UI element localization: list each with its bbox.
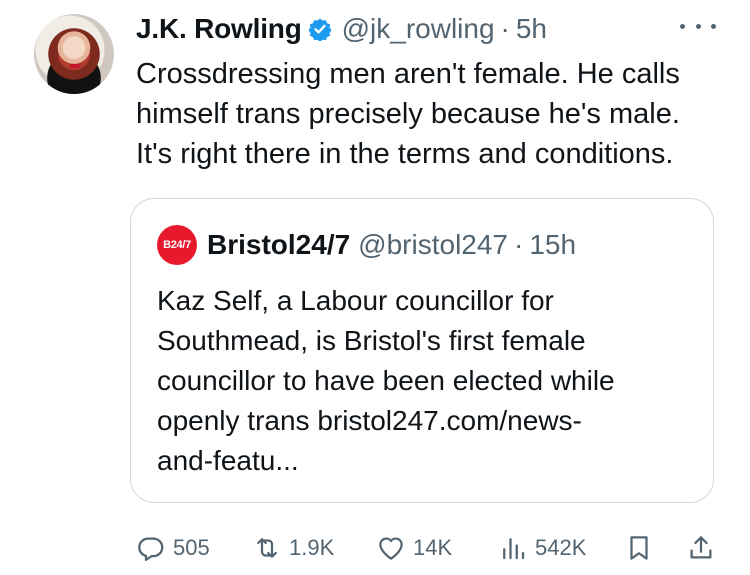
- bookmark-button[interactable]: [624, 530, 654, 566]
- separator: ·: [500, 13, 510, 44]
- view-count: 542K: [535, 535, 587, 560]
- tweet-text-line: It's right there in the terms and condit…: [136, 138, 674, 170]
- quoted-text-line: and-featu...: [157, 445, 299, 476]
- views-button[interactable]: 542K: [498, 530, 586, 566]
- repost-icon: [257, 538, 277, 558]
- separator: ·: [514, 229, 524, 260]
- quoted-tweet-text: Kaz Self, a Labour councillor for Southm…: [157, 281, 687, 481]
- action-bar: 505 1.9K 14K 542K: [136, 530, 726, 566]
- tweet-text-line: Crossdressing men aren't female. He call…: [136, 58, 680, 90]
- verified-badge-icon: [308, 18, 332, 41]
- quoted-text-line: openly trans bristol247.com/news-: [157, 405, 582, 436]
- quoted-tweet-header: B24/7 Bristol24/7 @bristol247 · 15h: [157, 225, 576, 265]
- repost-button[interactable]: 1.9K: [252, 530, 334, 566]
- author-avatar[interactable]: [34, 14, 114, 94]
- more-options-icon[interactable]: [680, 14, 716, 38]
- quoted-author-name: Bristol24/7: [207, 229, 351, 260]
- author-handle[interactable]: @jk_rowling: [342, 13, 495, 45]
- tweet-text-line: himself trans precisely because he's mal…: [136, 98, 680, 130]
- like-button[interactable]: 14K: [376, 530, 452, 566]
- like-count: 14K: [413, 535, 453, 560]
- reply-button[interactable]: 505: [136, 530, 210, 566]
- quoted-tweet-card[interactable]: B24/7 Bristol24/7 @bristol247 · 15h Kaz …: [130, 198, 714, 503]
- share-icon: [690, 536, 712, 559]
- quoted-text-line: councillor to have been elected while: [157, 365, 615, 396]
- quoted-text-line: Kaz Self, a Labour councillor for: [157, 285, 554, 316]
- author-name[interactable]: J.K. Rowling: [136, 13, 302, 45]
- avatar-detail: [70, 64, 80, 68]
- bristol247-logo: B24/7: [157, 225, 197, 265]
- tweet-text: Crossdressing men aren't female. He call…: [136, 54, 726, 174]
- quoted-text-line: Southmead, is Bristol's first female: [157, 325, 586, 356]
- quoted-author-handle: @bristol247: [358, 229, 509, 260]
- tweet-header: J.K. Rowling @jk_rowling · 5h: [136, 12, 547, 46]
- repost-count: 1.9K: [289, 535, 335, 560]
- bookmark-icon: [630, 536, 648, 560]
- tweet-timestamp[interactable]: 5h: [516, 13, 547, 45]
- reply-icon: [138, 537, 164, 561]
- reply-count: 505: [173, 535, 210, 560]
- share-button[interactable]: [686, 530, 716, 566]
- quoted-timestamp: 15h: [529, 229, 577, 260]
- heart-icon: [379, 537, 403, 560]
- analytics-icon: [503, 538, 525, 560]
